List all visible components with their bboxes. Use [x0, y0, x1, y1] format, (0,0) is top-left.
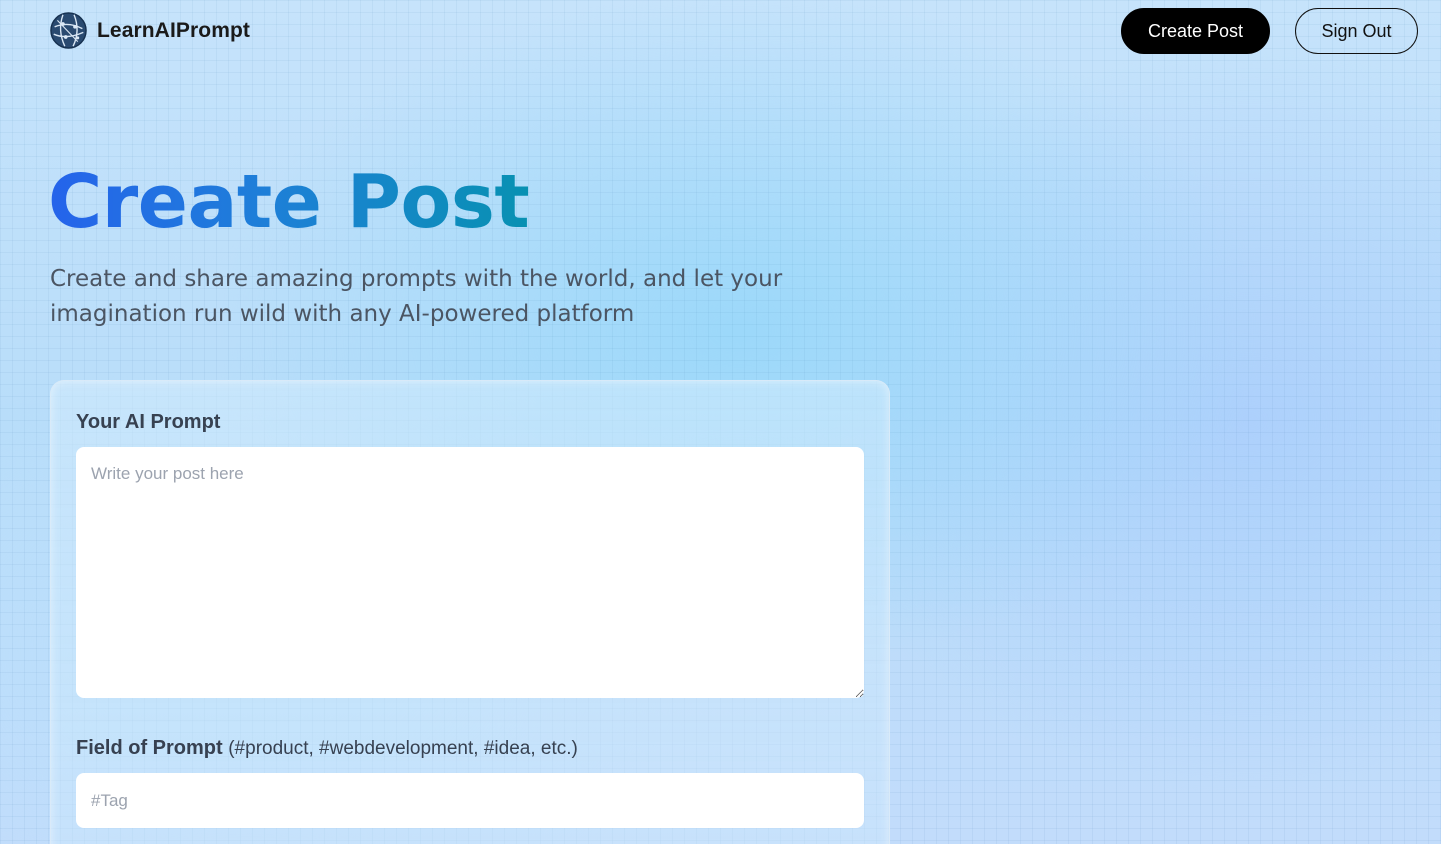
tag-input[interactable]: [76, 773, 864, 828]
page-title: Create Post: [48, 152, 530, 252]
globe-network-icon: [50, 12, 87, 49]
tag-label-text: Field of Prompt: [76, 737, 223, 759]
tag-label-hint: (#product, #webdevelopment, #idea, etc.): [228, 738, 578, 759]
nav-actions: Create Post Sign Out: [1121, 8, 1418, 54]
brand-link[interactable]: LearnAIPrompt: [50, 12, 250, 49]
brand-name: LearnAIPrompt: [97, 18, 250, 42]
top-navbar: LearnAIPrompt Create Post Sign Out: [0, 0, 1441, 62]
prompt-label-text: Your AI Prompt: [76, 411, 221, 433]
tag-label: Field of Prompt (#product, #webdevelopme…: [76, 737, 578, 760]
prompt-label: Your AI Prompt: [76, 411, 220, 434]
create-post-form: Your AI Prompt Field of Prompt (#product…: [50, 380, 890, 844]
prompt-textarea[interactable]: [76, 447, 864, 698]
sign-out-button[interactable]: Sign Out: [1295, 8, 1418, 54]
page-description: Create and share amazing prompts with th…: [50, 266, 783, 327]
create-post-button[interactable]: Create Post: [1121, 8, 1270, 54]
